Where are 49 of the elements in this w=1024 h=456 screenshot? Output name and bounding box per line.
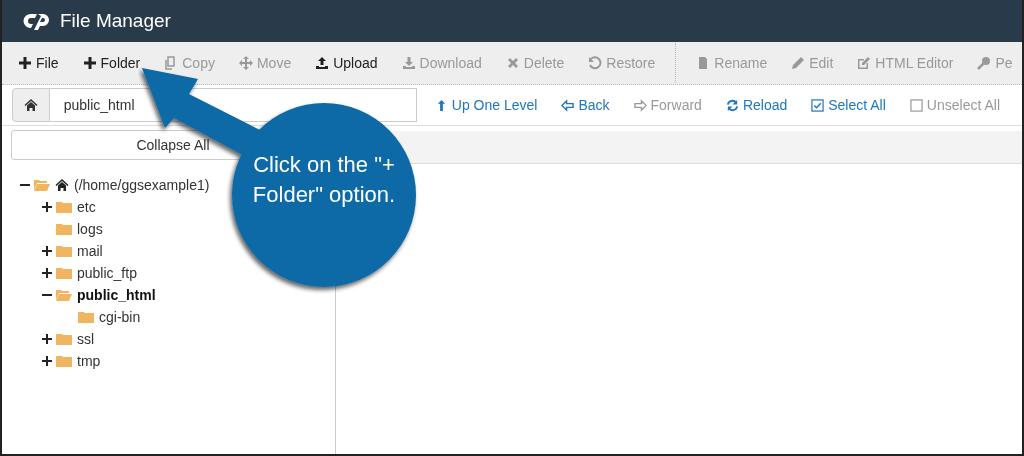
folder-item[interactable]: cgi-bin bbox=[99, 309, 141, 325]
folder-icon bbox=[56, 267, 72, 279]
folder-item[interactable]: mail bbox=[77, 243, 103, 259]
upload-icon bbox=[315, 56, 330, 70]
nav-link[interactable]: Select All bbox=[799, 97, 898, 113]
expand-icon[interactable] bbox=[42, 268, 54, 278]
home-icon bbox=[23, 98, 38, 112]
nav-link[interactable]: Up One Level bbox=[422, 97, 550, 113]
folder-icon bbox=[56, 333, 72, 345]
folder-item[interactable]: etc bbox=[77, 199, 96, 215]
toolbar-button[interactable]: Upload bbox=[314, 53, 379, 73]
back-arrow-icon bbox=[561, 98, 575, 112]
expand-icon[interactable] bbox=[42, 356, 54, 366]
nav-link[interactable]: Reload bbox=[713, 97, 800, 113]
checkbox-icon bbox=[909, 98, 923, 112]
folder-icon bbox=[56, 223, 72, 235]
folder-item[interactable]: tmp bbox=[77, 353, 101, 369]
folder-item[interactable]: (/home/ggsexample1) bbox=[74, 177, 210, 193]
toolbar-button[interactable]: File bbox=[17, 53, 60, 73]
folder-item[interactable]: logs bbox=[77, 221, 103, 237]
app-title: File Manager bbox=[60, 10, 171, 32]
reload-icon bbox=[725, 98, 739, 112]
move-icon bbox=[238, 56, 253, 70]
plus-icon bbox=[18, 56, 32, 70]
restore-icon bbox=[588, 56, 603, 70]
open-folder-icon bbox=[34, 179, 50, 191]
pencil-icon bbox=[791, 56, 806, 70]
folder-item[interactable]: public_html bbox=[77, 287, 156, 303]
home-button[interactable] bbox=[12, 88, 50, 122]
folder-icon bbox=[56, 245, 72, 257]
nav-link[interactable]: Back bbox=[549, 97, 622, 113]
expand-icon[interactable] bbox=[42, 246, 54, 256]
download-icon bbox=[401, 56, 416, 70]
folder-item[interactable]: public_ftp bbox=[77, 265, 137, 281]
folder-item[interactable]: ssl bbox=[77, 331, 95, 347]
toolbar-button[interactable]: Folder bbox=[81, 53, 142, 73]
folder-icon bbox=[56, 201, 72, 213]
forward-arrow-icon bbox=[633, 98, 647, 112]
expand-icon[interactable] bbox=[42, 334, 54, 344]
checkbox-icon bbox=[811, 98, 825, 112]
key-icon bbox=[977, 56, 992, 70]
folder-icon bbox=[78, 311, 94, 323]
expand-icon[interactable] bbox=[42, 202, 54, 212]
plus-icon bbox=[82, 56, 97, 70]
folder-icon bbox=[56, 355, 72, 367]
edit-icon bbox=[857, 56, 872, 70]
home-icon bbox=[55, 178, 69, 192]
logo-icon bbox=[22, 11, 50, 31]
open-folder-icon bbox=[56, 289, 72, 301]
